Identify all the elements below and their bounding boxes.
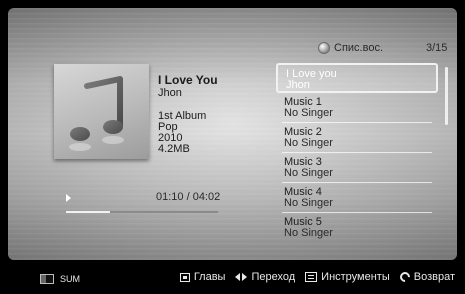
song-title: Music 4 — [284, 186, 322, 198]
playback-time: 01:10 / 04:02 — [156, 191, 221, 203]
track-artist: Jhon — [158, 87, 182, 99]
album-art — [54, 64, 149, 159]
play-icon — [66, 194, 71, 202]
media-player-frame: Спис.вос. 3/15 I Love You Jhon 1st Album… — [0, 0, 465, 294]
chapters-action[interactable]: Главы — [179, 271, 226, 283]
song-title: Music 1 — [284, 96, 322, 108]
song-title: Music 3 — [284, 156, 322, 168]
sum-label: SUM — [60, 274, 80, 284]
music-disc-icon — [318, 42, 330, 54]
sum-indicator: SUM — [40, 274, 80, 284]
player-screen: Спис.вос. 3/15 I Love You Jhon 1st Album… — [8, 8, 457, 260]
track-meta: 1st Album Pop 2010 4.2MB — [158, 111, 218, 155]
song-singer: Jhon — [286, 79, 310, 91]
song-singer: No Singer — [284, 137, 333, 149]
song-singer: No Singer — [284, 197, 333, 209]
song-title: Music 5 — [284, 216, 322, 228]
tools-action[interactable]: Инструменты — [305, 271, 390, 283]
return-action[interactable]: Возврат — [397, 269, 455, 285]
track-size: 4.2MB — [158, 143, 190, 155]
jump-action[interactable]: Переход — [235, 271, 295, 283]
chapters-icon — [179, 272, 190, 282]
playlist-item[interactable]: Music 5 No Singer — [276, 213, 438, 243]
return-icon — [397, 269, 412, 285]
playlist-position: 3/15 — [426, 42, 448, 54]
jump-label: Переход — [251, 271, 296, 283]
bottom-bar: SUM Главы Переход Инструменты Возврат — [0, 260, 465, 294]
left-right-arrows-icon — [235, 272, 248, 282]
return-label: Возврат — [413, 271, 455, 283]
song-singer: No Singer — [284, 107, 333, 119]
playlist-item[interactable]: Music 3 No Singer — [276, 153, 438, 183]
playlist-item[interactable]: Music 1 No Singer — [276, 93, 438, 123]
sum-icon — [40, 274, 54, 284]
chapters-label: Главы — [193, 271, 226, 283]
song-title: Music 2 — [284, 126, 322, 138]
playlist-item[interactable]: Music 4 No Singer — [276, 183, 438, 213]
playlist-item[interactable]: I Love you Jhon — [276, 63, 438, 93]
tools-label: Инструменты — [321, 271, 390, 283]
music-note-icon — [69, 76, 124, 151]
track-title: I Love You — [158, 73, 218, 87]
tools-icon — [305, 272, 318, 282]
playlist-header-label: Спис.вос. — [334, 42, 383, 54]
track-info: I Love You Jhon 1st Album Pop 2010 4.2MB — [158, 74, 218, 155]
progress-bar[interactable] — [66, 211, 218, 213]
progress-bar-fill — [66, 211, 111, 213]
bottom-actions: Главы Переход Инструменты Возврат — [179, 269, 455, 285]
playlist-header: Спис.вос. — [318, 42, 383, 54]
song-singer: No Singer — [284, 167, 333, 179]
playlist-item[interactable]: Music 2 No Singer — [276, 123, 438, 153]
song-title: I Love you — [286, 68, 337, 80]
song-singer: No Singer — [284, 227, 333, 239]
playlist-scrollbar[interactable] — [445, 67, 448, 125]
playlist: I Love you Jhon Music 1 No Singer Music … — [276, 63, 438, 243]
